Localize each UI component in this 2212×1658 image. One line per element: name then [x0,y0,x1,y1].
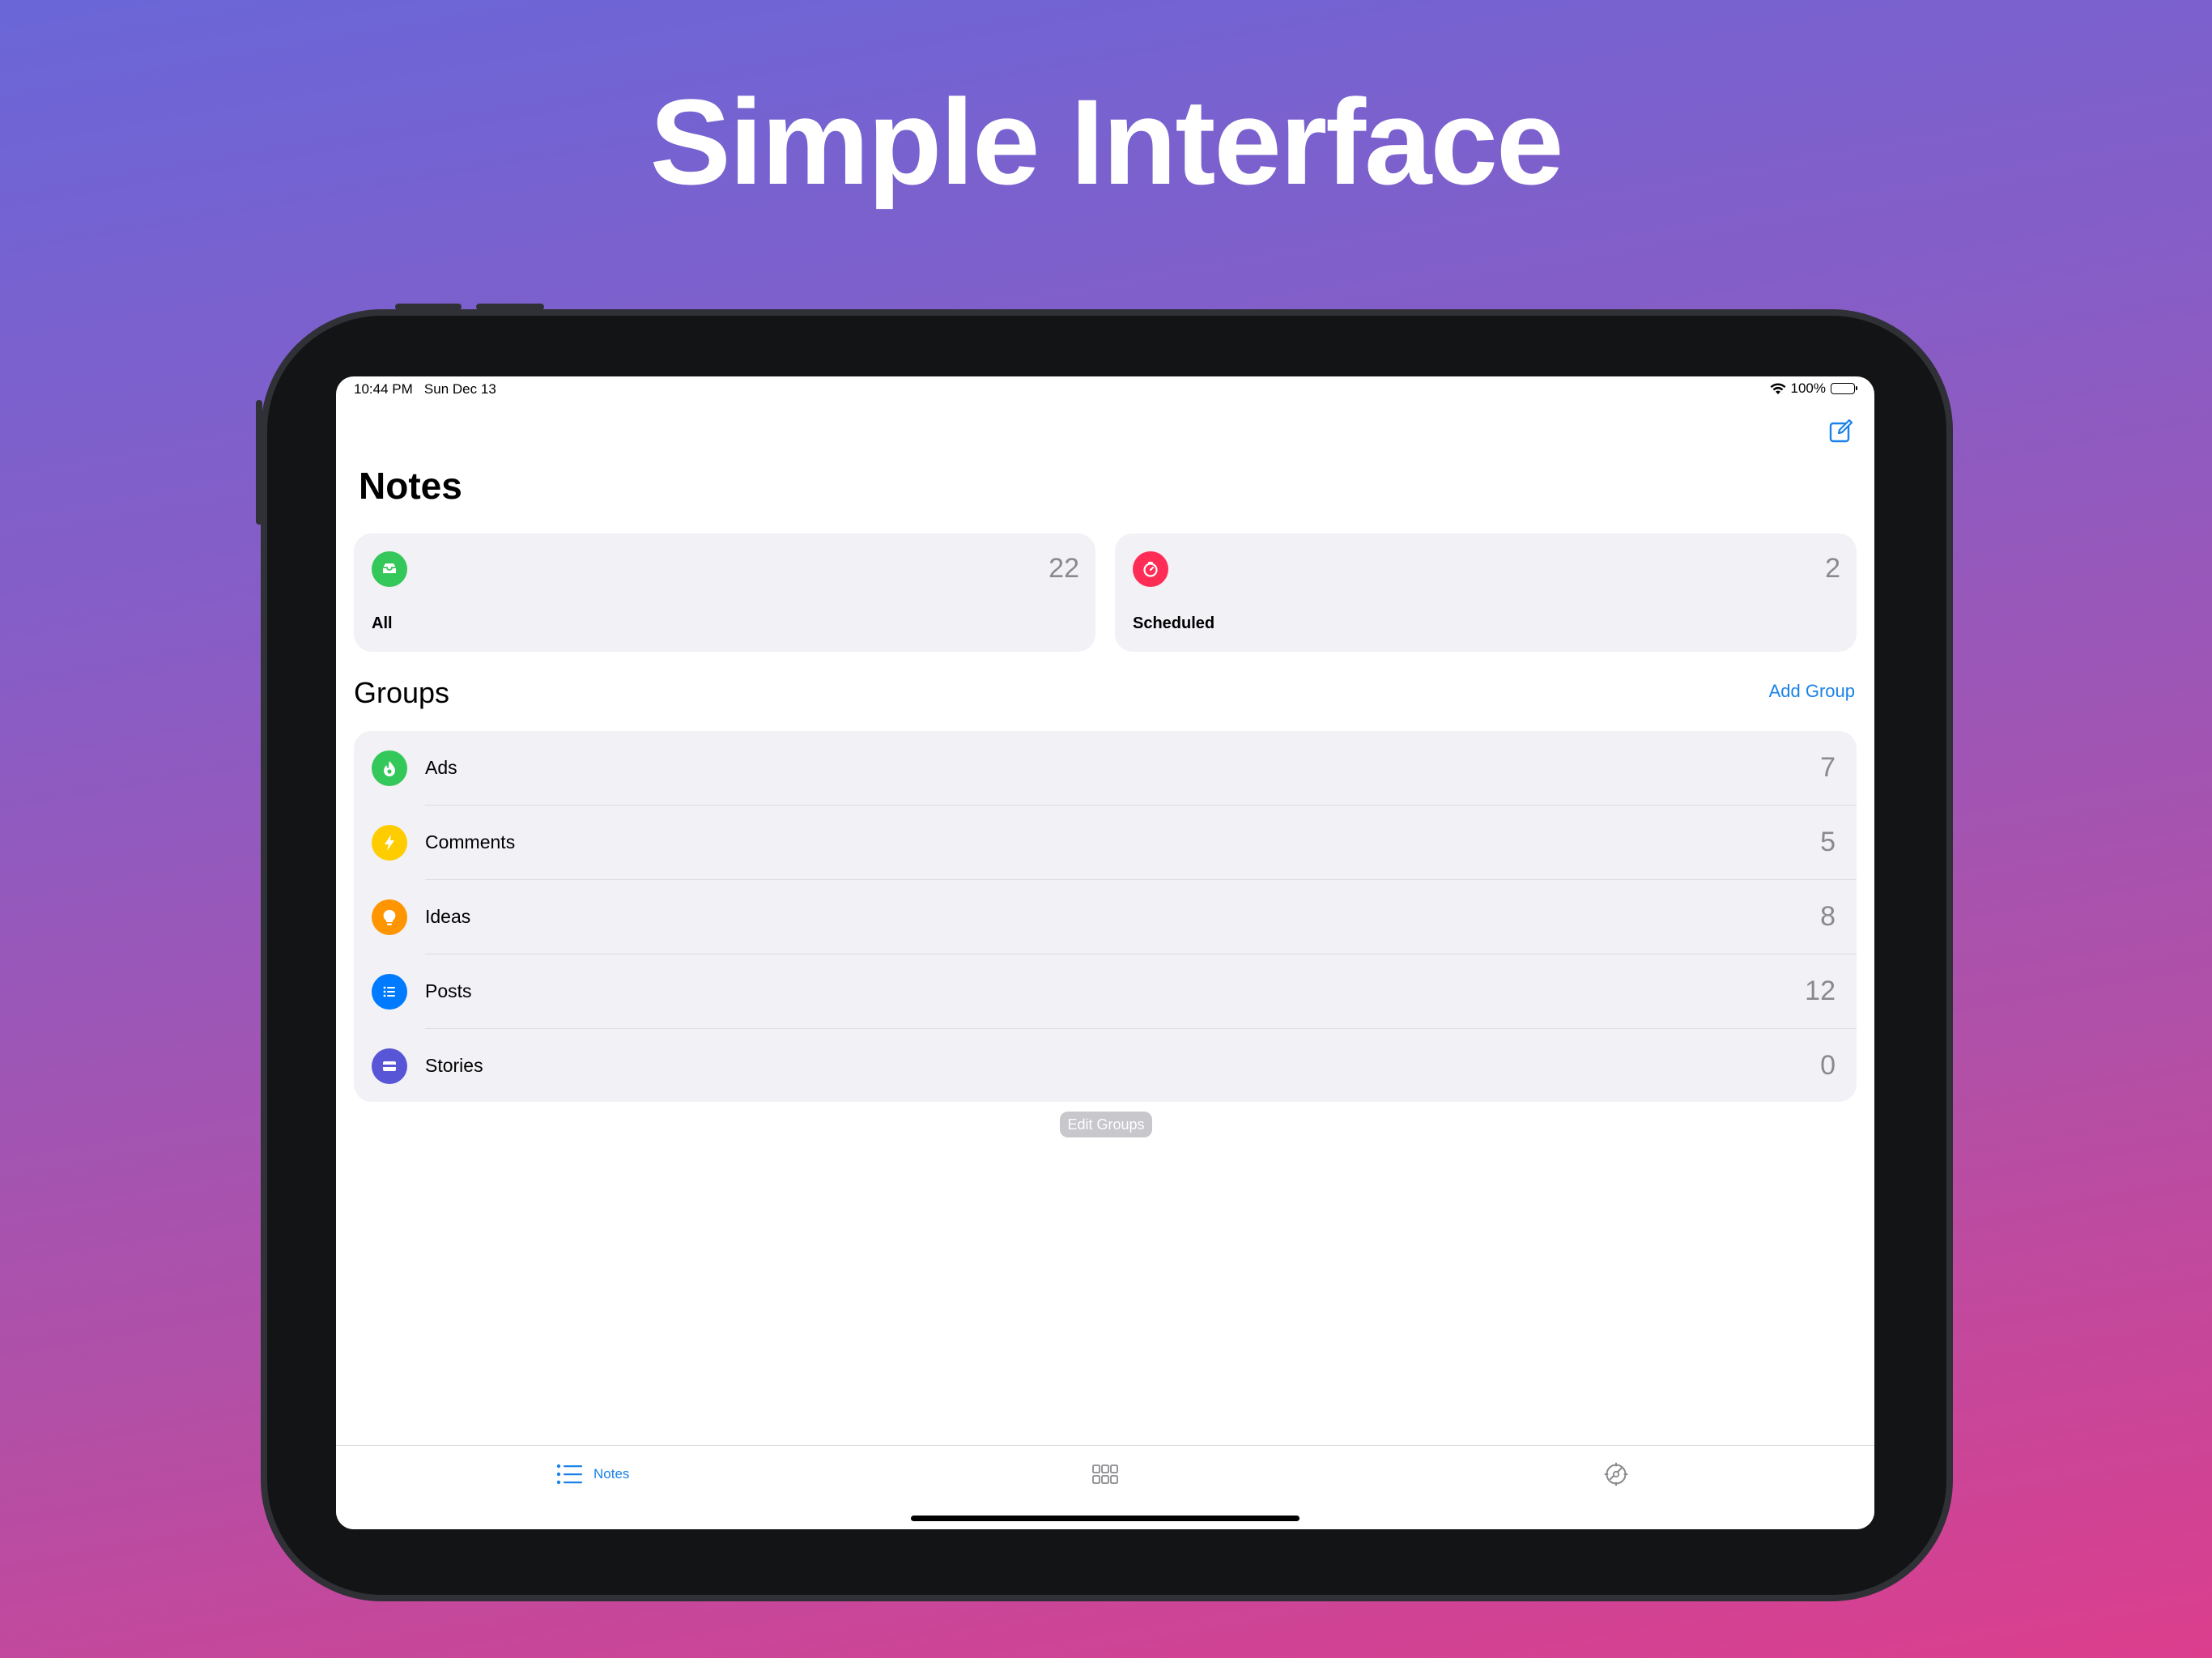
page-title: Notes [359,465,462,507]
groups-header: Groups [354,676,450,709]
bolt-icon [372,825,407,861]
add-group-button[interactable]: Add Group [1769,681,1855,702]
group-count: 12 [1805,976,1836,1006]
compose-icon[interactable] [1829,419,1853,443]
status-time: 10:44 PM Sun Dec 13 [354,381,496,397]
summary-count: 2 [1825,553,1840,584]
group-row-ads[interactable]: Ads 7 [354,731,1857,806]
group-row-comments[interactable]: Comments 5 [354,806,1857,880]
status-bar: 10:44 PM Sun Dec 13 100% [336,376,1874,401]
group-row-posts[interactable]: Posts 12 [354,954,1857,1029]
group-row-ideas[interactable]: Ideas 8 [354,880,1857,954]
app-screen: 10:44 PM Sun Dec 13 100% Notes 22 All 2 … [336,376,1874,1529]
battery-icon [1831,383,1857,394]
group-name: Comments [425,831,516,852]
headline: Simple Interface [649,74,1564,210]
summary-count: 22 [1049,553,1079,584]
tab-notes[interactable]: Notes [556,1446,629,1503]
tab-notes-label: Notes [593,1466,630,1482]
group-name: Stories [425,1055,483,1076]
group-count: 7 [1820,752,1836,783]
tab-grid[interactable] [1092,1446,1118,1503]
group-count: 5 [1820,827,1836,857]
summary-label: Scheduled [1133,614,1215,632]
group-name: Ads [425,757,457,778]
edit-groups-button[interactable]: Edit Groups [1060,1112,1152,1137]
group-count: 0 [1820,1050,1836,1081]
list-icon [556,1464,582,1485]
list-icon [372,974,407,1010]
lightbulb-icon [372,899,407,935]
home-indicator[interactable] [911,1516,1300,1521]
groups-list: Ads 7 Comments 5 Ideas 8 Posts 12 Storie… [354,731,1857,1102]
group-name: Ideas [425,906,471,927]
summary-card-all[interactable]: 22 All [354,534,1095,652]
status-right: 100% [1770,380,1857,397]
summary-card-scheduled[interactable]: 2 Scheduled [1115,534,1857,652]
gear-icon [1604,1462,1628,1486]
summary-label: All [372,614,393,632]
group-name: Posts [425,980,472,1001]
film-icon [372,1048,407,1084]
tray-icon [372,551,407,587]
flame-icon [372,750,407,786]
group-row-stories[interactable]: Stories 0 [354,1029,1857,1102]
timer-icon [1133,551,1168,587]
wifi-icon [1770,382,1786,394]
tab-settings[interactable] [1604,1446,1628,1503]
battery-percent: 100% [1790,380,1826,396]
group-count: 8 [1820,901,1836,932]
grid-icon [1092,1465,1118,1484]
